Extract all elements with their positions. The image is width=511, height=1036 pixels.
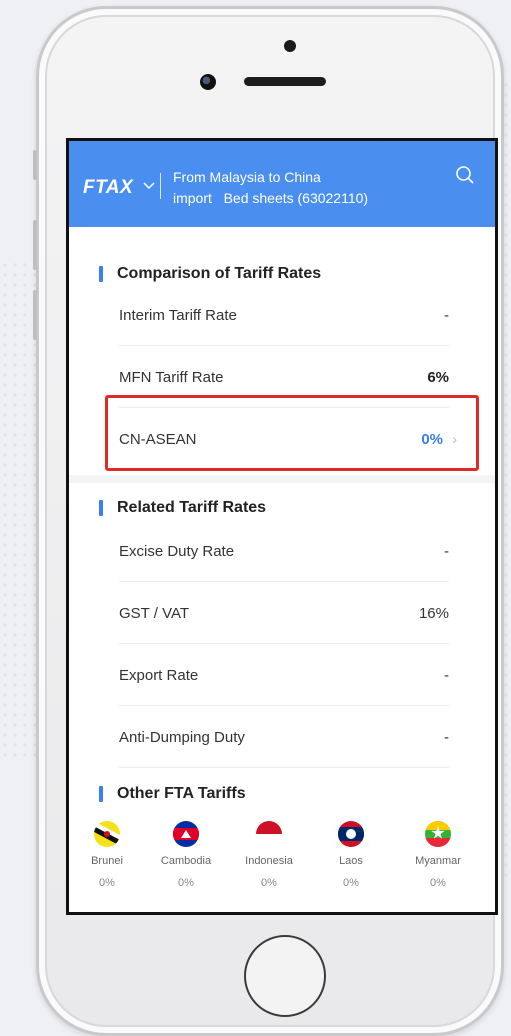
row-divider: [119, 705, 449, 706]
country-rate: 0%: [178, 877, 194, 889]
section-marker: [99, 266, 103, 282]
row-value-interim: -: [444, 307, 449, 324]
row-label-gst: GST / VAT: [119, 605, 190, 622]
row-divider: [119, 581, 449, 582]
country-item-myanmar[interactable]: Myanmar 0%: [396, 821, 480, 889]
app-header: FTAX From Malaysia to China import Bed s…: [69, 141, 495, 227]
product-text[interactable]: import Bed sheets (63022110): [173, 188, 368, 208]
row-label-export: Export Rate: [119, 667, 199, 684]
row-label-anti-dumping: Anti-Dumping Duty: [119, 729, 245, 746]
section-marker: [99, 500, 103, 516]
brunei-flag-icon: [94, 821, 120, 847]
country-name: Laos: [339, 855, 363, 867]
phone-volume-up-button: [33, 220, 37, 270]
myanmar-flag-icon: [425, 821, 451, 847]
search-icon[interactable]: [455, 165, 475, 185]
header-divider: [160, 173, 161, 199]
row-divider: [119, 767, 449, 768]
country-name: Cambodia: [160, 855, 212, 867]
phone-side-button: [33, 150, 37, 180]
chevron-down-icon[interactable]: [143, 179, 155, 193]
row-value-excise: -: [444, 543, 449, 560]
country-rate: 0%: [343, 877, 359, 889]
phone-home-button[interactable]: [244, 935, 326, 1017]
highlight-box: [105, 395, 479, 471]
phone-sensor: [284, 40, 296, 52]
section-marker: [99, 786, 103, 802]
section-title-comparison: Comparison of Tariff Rates: [117, 265, 322, 282]
country-name: Myanmar: [415, 855, 461, 867]
app-screen: FTAX From Malaysia to China import Bed s…: [66, 138, 498, 915]
ftax-logo[interactable]: FTAX: [83, 177, 133, 199]
country-item-cambodia[interactable]: Cambodia 0%: [144, 821, 228, 889]
country-rate: 0%: [261, 877, 277, 889]
country-name: Brunei: [91, 855, 123, 867]
country-rate: 0%: [99, 877, 115, 889]
indonesia-flag-icon: [256, 821, 282, 847]
country-item-brunei[interactable]: Brunei 0%: [69, 821, 149, 889]
laos-flag-icon: [338, 821, 364, 847]
row-value-export: -: [444, 667, 449, 684]
cambodia-flag-icon: [173, 821, 199, 847]
country-item-laos[interactable]: Laos 0%: [309, 821, 393, 889]
country-name: Indonesia: [245, 855, 293, 867]
phone-camera: [200, 74, 216, 90]
row-label-mfn: MFN Tariff Rate: [119, 369, 224, 386]
section-title-related: Related Tariff Rates: [117, 499, 267, 516]
row-label-interim: Interim Tariff Rate: [119, 307, 237, 324]
phone-volume-down-button: [33, 290, 37, 340]
section-title-other-fta: Other FTA Tariffs: [117, 785, 246, 802]
route-text[interactable]: From Malaysia to China: [173, 167, 321, 187]
row-label-excise: Excise Duty Rate: [119, 543, 235, 560]
section-separator: [69, 475, 495, 483]
country-rate: 0%: [430, 877, 446, 889]
fta-country-list: Brunei 0% Cambodia 0% Indonesia 0% Laos …: [69, 821, 495, 901]
row-divider: [119, 643, 449, 644]
phone-speaker: [244, 77, 326, 86]
row-value-gst: 16%: [418, 605, 449, 622]
row-value-anti-dumping: -: [444, 729, 449, 746]
row-value-mfn: 6%: [427, 369, 449, 386]
country-item-indonesia[interactable]: Indonesia 0%: [227, 821, 311, 889]
row-divider: [119, 345, 449, 346]
